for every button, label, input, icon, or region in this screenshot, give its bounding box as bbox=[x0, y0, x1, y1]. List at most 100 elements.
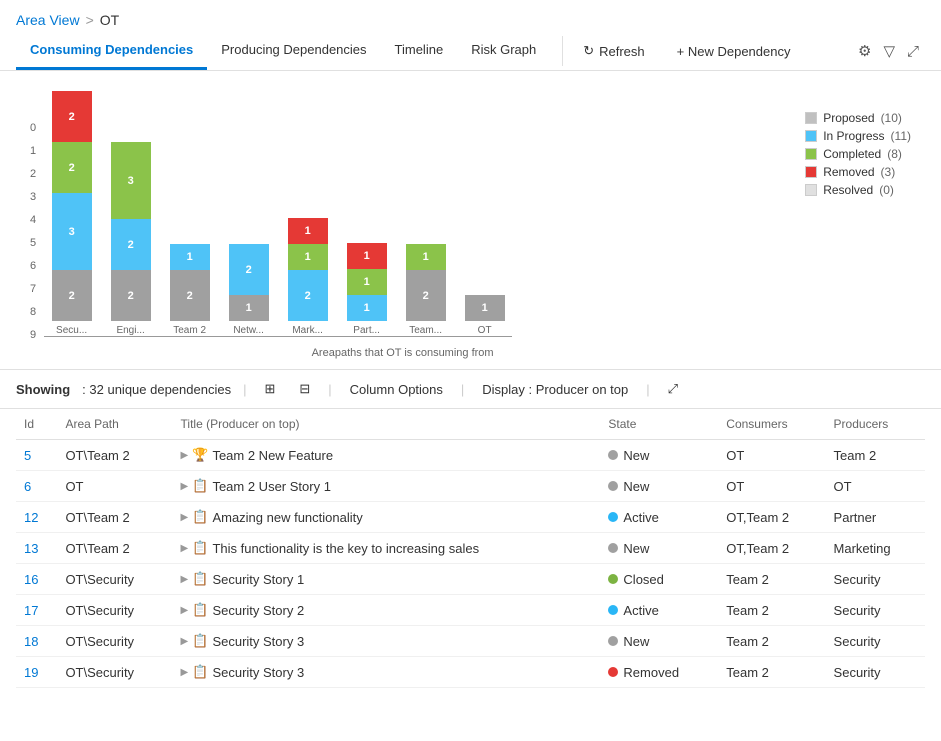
settings-button[interactable]: ⚙ bbox=[852, 36, 877, 66]
row-id-5[interactable]: 17 bbox=[24, 603, 38, 618]
story-icon-7: 📋 bbox=[192, 664, 208, 680]
legend-count-1: (11) bbox=[891, 129, 911, 143]
row-state-2: Active bbox=[600, 502, 718, 533]
row-state-6: New bbox=[600, 626, 718, 657]
expand-icon-2[interactable]: ▶ bbox=[181, 512, 189, 523]
row-title-3: This functionality is the key to increas… bbox=[212, 541, 479, 556]
row-consumers-3: OT,Team 2 bbox=[718, 533, 825, 564]
display-toggle-button[interactable]: Display : Producer on top bbox=[476, 379, 634, 400]
bar-segment-4-2: 1 bbox=[288, 244, 328, 270]
bar-segment-1-2: 3 bbox=[111, 142, 151, 219]
bar-column-3[interactable]: 12Netw... bbox=[221, 244, 276, 336]
table-row: 12OT\Team 2▶📋Amazing new functionalityAc… bbox=[16, 502, 925, 533]
bar-segment-0-2: 2 bbox=[52, 142, 92, 193]
y-label-3: 3 bbox=[30, 180, 36, 203]
table-row: 5OT\Team 2▶🏆Team 2 New FeatureNewOTTeam … bbox=[16, 440, 925, 471]
row-id-4[interactable]: 16 bbox=[24, 572, 38, 587]
legend-label-2: Completed bbox=[823, 147, 881, 161]
row-state-5: Active bbox=[600, 595, 718, 626]
row-id-3[interactable]: 13 bbox=[24, 541, 38, 556]
bar-column-4[interactable]: 211Mark... bbox=[280, 218, 335, 336]
bar-column-1[interactable]: 223Engi... bbox=[103, 142, 158, 336]
bar-stack-3: 12 bbox=[229, 244, 269, 321]
expand-rows-button[interactable]: ⊞ bbox=[258, 378, 281, 400]
state-text-7: Removed bbox=[623, 665, 679, 680]
col-header-producers: Producers bbox=[826, 409, 925, 440]
row-state-3: New bbox=[600, 533, 718, 564]
state-dot-1 bbox=[608, 481, 618, 491]
bar-segment-6-2: 1 bbox=[406, 244, 446, 270]
bar-segment-0-0: 2 bbox=[52, 270, 92, 321]
bar-column-0[interactable]: 2322Secu... bbox=[44, 91, 99, 336]
state-dot-2 bbox=[608, 512, 618, 522]
expand-icon-1[interactable]: ▶ bbox=[181, 481, 189, 492]
row-id-6[interactable]: 18 bbox=[24, 634, 38, 649]
story-icon-6: 📋 bbox=[192, 633, 208, 649]
tab-timeline[interactable]: Timeline bbox=[381, 32, 458, 70]
breadcrumb-area-view[interactable]: Area View bbox=[16, 12, 80, 28]
state-dot-4 bbox=[608, 574, 618, 584]
bar-segment-4-1: 2 bbox=[288, 270, 328, 321]
bar-label-0: Secu... bbox=[44, 325, 99, 336]
expand-icon-3[interactable]: ▶ bbox=[181, 543, 189, 554]
state-text-5: Active bbox=[623, 603, 658, 618]
expand-button[interactable]: ⤢ bbox=[901, 37, 925, 66]
state-text-3: New bbox=[623, 541, 649, 556]
bar-label-1: Engi... bbox=[103, 325, 158, 336]
row-id-0[interactable]: 5 bbox=[24, 448, 31, 463]
tab-consuming-dependencies[interactable]: Consuming Dependencies bbox=[16, 32, 207, 70]
full-screen-button[interactable]: ⤢ bbox=[662, 378, 684, 400]
bar-stack-0: 2322 bbox=[52, 91, 92, 321]
row-state-7: Removed bbox=[600, 657, 718, 688]
row-id-1[interactable]: 6 bbox=[24, 479, 31, 494]
row-title-6: Security Story 3 bbox=[212, 634, 304, 649]
legend-item-1: In Progress (11) bbox=[805, 129, 911, 143]
legend-label-3: Removed bbox=[823, 165, 874, 179]
collapse-rows-button[interactable]: ⊟ bbox=[293, 378, 316, 400]
expand-icon-7[interactable]: ▶ bbox=[181, 667, 189, 678]
tab-risk-graph[interactable]: Risk Graph bbox=[457, 32, 550, 70]
legend-count-3: (3) bbox=[881, 165, 896, 179]
toolbar-sep-3: | bbox=[461, 382, 464, 397]
legend-count-4: (0) bbox=[879, 183, 894, 197]
tab-producing-dependencies[interactable]: Producing Dependencies bbox=[207, 32, 380, 70]
bar-label-7: OT bbox=[457, 325, 512, 336]
expand-icon-0[interactable]: ▶ bbox=[181, 450, 189, 461]
bar-column-6[interactable]: 21Team... bbox=[398, 244, 453, 336]
expand-icon-5[interactable]: ▶ bbox=[181, 605, 189, 616]
legend-color-1 bbox=[805, 130, 817, 142]
legend-label-1: In Progress bbox=[823, 129, 884, 143]
chart-title: Areapaths that OT is consuming from bbox=[30, 347, 775, 359]
nav-actions: ↻ Refresh + New Dependency bbox=[575, 37, 798, 65]
toolbar-sep-1: | bbox=[243, 382, 246, 397]
row-producers-5: Security bbox=[826, 595, 925, 626]
legend-item-4: Resolved(0) bbox=[805, 183, 911, 197]
row-state-0: New bbox=[600, 440, 718, 471]
column-options-button[interactable]: Column Options bbox=[344, 379, 449, 400]
trophy-icon-0: 🏆 bbox=[192, 447, 208, 463]
filter-button[interactable]: ▽ bbox=[877, 36, 901, 66]
table-row: 17OT\Security▶📋Security Story 2ActiveTea… bbox=[16, 595, 925, 626]
y-axis: 9 8 7 6 5 4 3 2 1 0 bbox=[30, 111, 44, 341]
bar-column-5[interactable]: 111Part... bbox=[339, 243, 394, 336]
bar-segment-6-0: 2 bbox=[406, 270, 446, 321]
bar-column-2[interactable]: 21Team 2 bbox=[162, 244, 217, 336]
refresh-icon: ↻ bbox=[583, 43, 594, 59]
row-title-7: Security Story 3 bbox=[212, 665, 304, 680]
col-header-id: Id bbox=[16, 409, 57, 440]
row-id-2[interactable]: 12 bbox=[24, 510, 38, 525]
bar-column-7[interactable]: 1OT bbox=[457, 295, 512, 336]
expand-icon-4[interactable]: ▶ bbox=[181, 574, 189, 585]
refresh-button[interactable]: ↻ Refresh bbox=[575, 37, 652, 65]
new-dependency-button[interactable]: + New Dependency bbox=[669, 38, 799, 65]
bar-label-4: Mark... bbox=[280, 325, 335, 336]
row-id-7[interactable]: 19 bbox=[24, 665, 38, 680]
row-area-path-0: OT\Team 2 bbox=[57, 440, 172, 471]
row-title-0: Team 2 New Feature bbox=[212, 448, 333, 463]
breadcrumb-current: OT bbox=[100, 12, 119, 28]
expand-icon-6[interactable]: ▶ bbox=[181, 636, 189, 647]
bar-segment-0-1: 3 bbox=[52, 193, 92, 270]
row-area-path-2: OT\Team 2 bbox=[57, 502, 172, 533]
bar-segment-2-1: 1 bbox=[170, 244, 210, 270]
row-consumers-1: OT bbox=[718, 471, 825, 502]
